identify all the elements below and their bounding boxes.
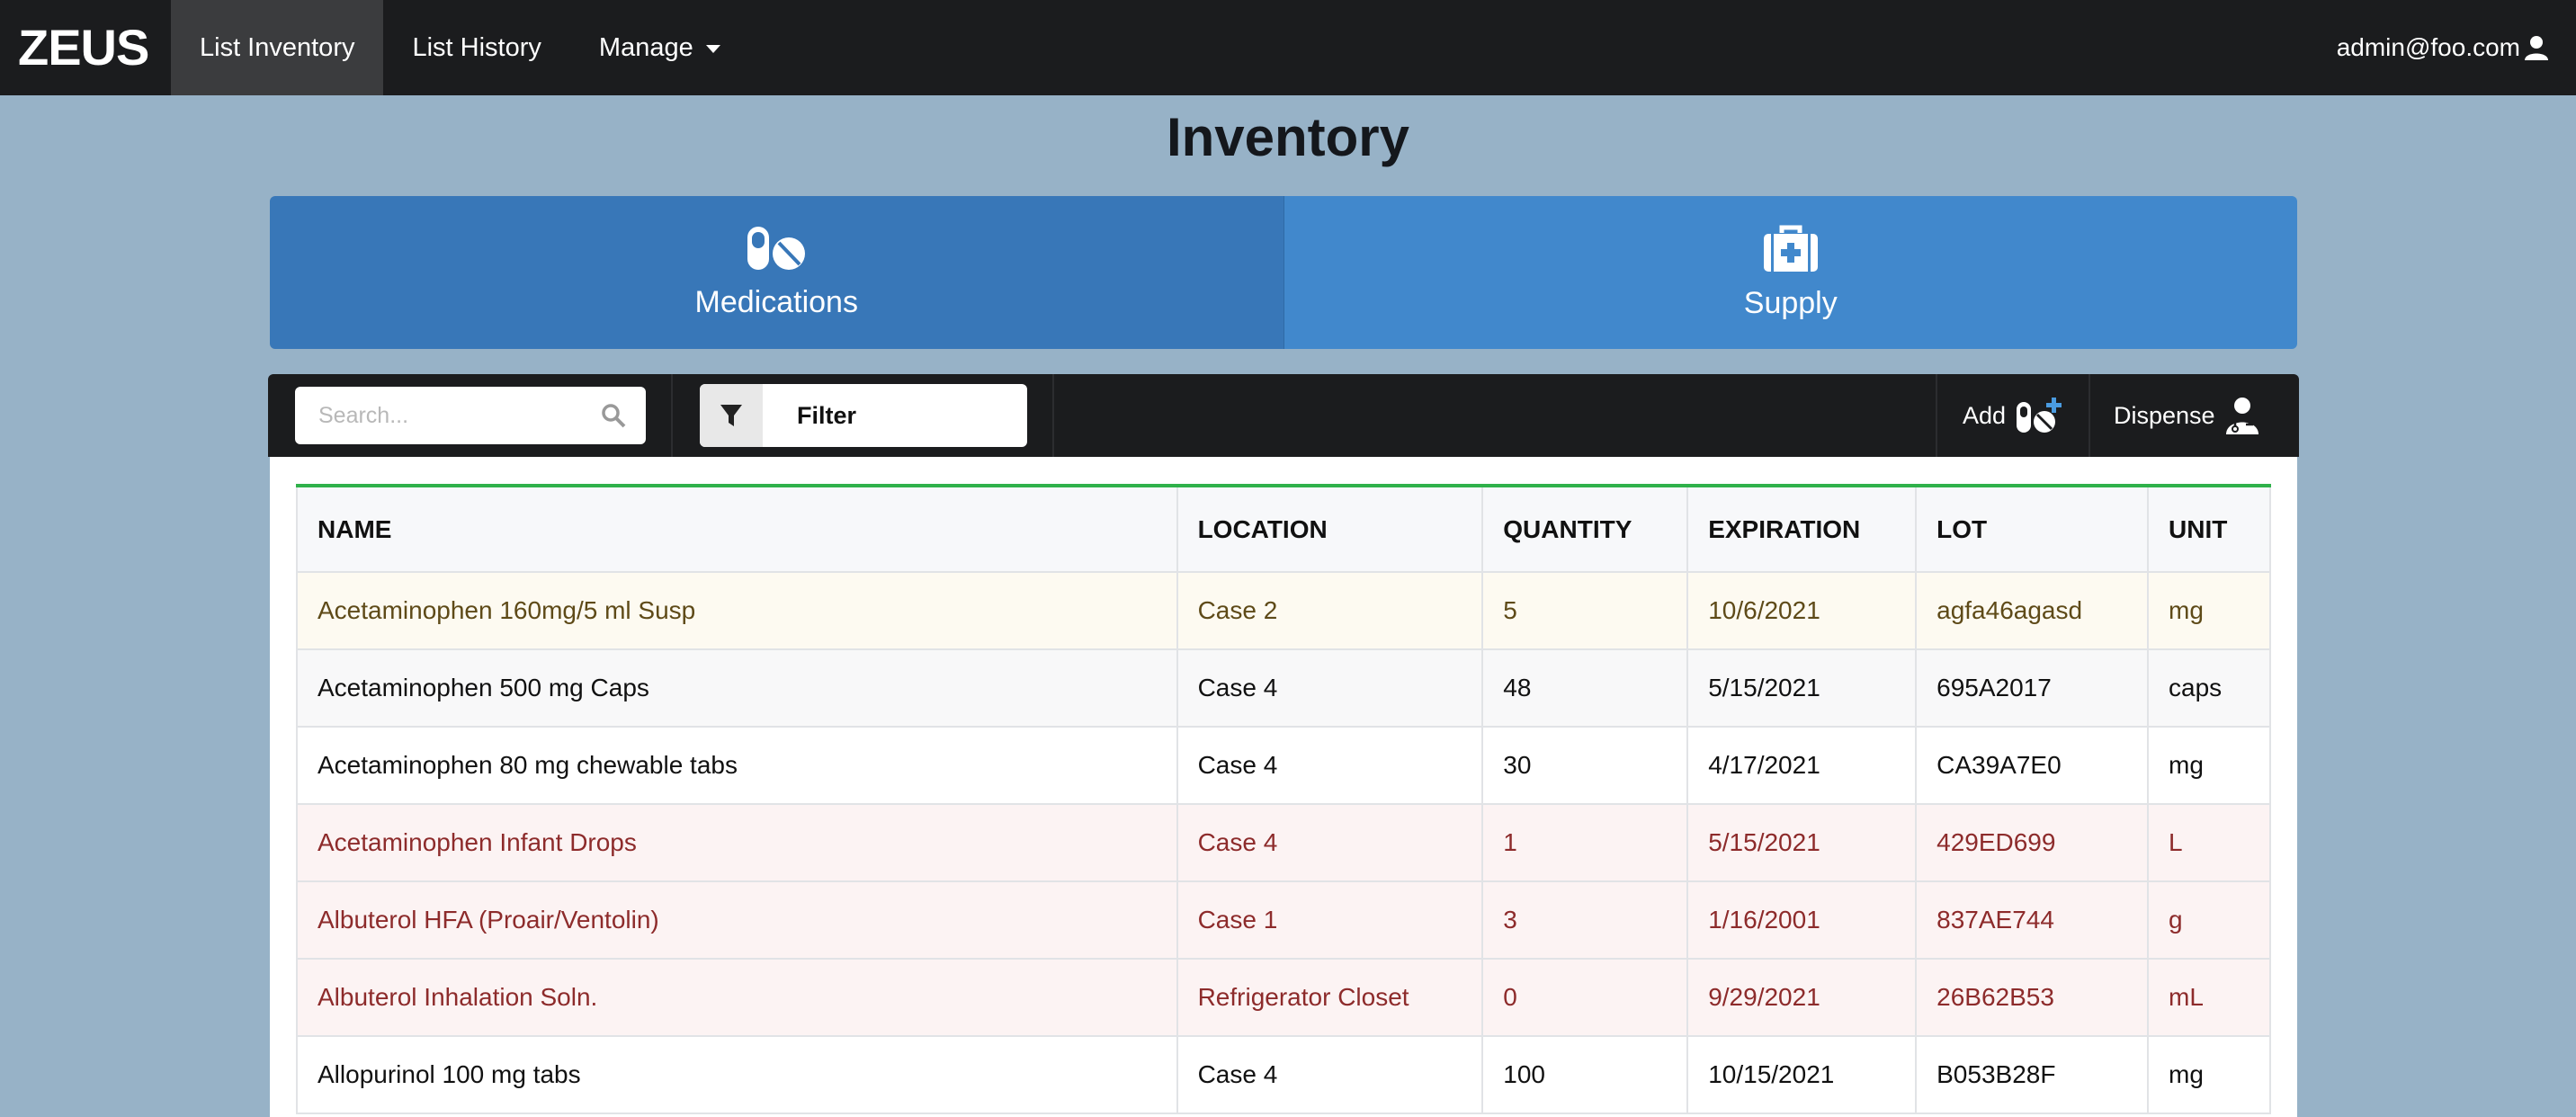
user-email: admin@foo.com — [2336, 33, 2520, 61]
nav-manage-dropdown[interactable]: Manage — [570, 0, 749, 95]
cell-expiration: 4/17/2021 — [1686, 726, 1918, 805]
cell-quantity: 5 — [1481, 571, 1689, 650]
add-label: Add — [1963, 401, 2007, 429]
cell-expiration: 10/6/2021 — [1686, 571, 1918, 650]
table-row[interactable]: Acetaminophen Infant Drops Case 4 1 5/15… — [296, 803, 2271, 882]
table-row[interactable]: Acetaminophen 160mg/5 ml Susp Case 2 5 1… — [296, 571, 2271, 650]
cell-location: Case 4 — [1176, 726, 1484, 805]
cell-expiration: 5/15/2021 — [1686, 648, 1918, 728]
inventory-table-panel: NAME LOCATION QUANTITY EXPIRATION LOT UN… — [270, 457, 2297, 1117]
user-icon — [2524, 35, 2549, 60]
cell-unit: caps — [2147, 648, 2271, 728]
header-location[interactable]: LOCATION — [1176, 485, 1484, 573]
table-row[interactable]: Acetaminophen 80 mg chewable tabs Case 4… — [296, 726, 2271, 805]
cell-expiration: 10/15/2021 — [1686, 1035, 1918, 1114]
cell-expiration: 5/15/2021 — [1686, 803, 1918, 882]
filter-label: Filter — [797, 401, 857, 429]
cell-lot: 695A2017 — [1915, 648, 2150, 728]
cell-location: Case 4 — [1176, 648, 1484, 728]
cell-name: Acetaminophen 80 mg chewable tabs — [296, 726, 1178, 805]
cell-lot: 837AE744 — [1915, 880, 2150, 960]
cell-expiration: 9/29/2021 — [1686, 958, 1918, 1037]
tab-medications-label: Medications — [694, 285, 858, 319]
add-button[interactable]: Add — [1963, 374, 2063, 457]
cell-lot: agfa46agasd — [1915, 571, 2150, 650]
cell-location: Case 1 — [1176, 880, 1484, 960]
inventory-table: NAME LOCATION QUANTITY EXPIRATION LOT UN… — [296, 484, 2271, 1114]
toolbar-divider — [1052, 374, 1054, 457]
cell-unit: mL — [2147, 958, 2271, 1037]
page-title: Inventory — [1166, 107, 1410, 167]
cell-unit: mg — [2147, 571, 2271, 650]
cell-quantity: 100 — [1481, 1035, 1689, 1114]
nav-list-inventory[interactable]: List Inventory — [171, 0, 384, 95]
table-header-row: NAME LOCATION QUANTITY EXPIRATION LOT UN… — [296, 485, 2271, 573]
cell-lot: 26B62B53 — [1915, 958, 2150, 1037]
cell-location: Case 2 — [1176, 571, 1484, 650]
header-name[interactable]: NAME — [296, 485, 1178, 573]
cell-quantity: 1 — [1481, 803, 1689, 882]
cell-unit: L — [2147, 803, 2271, 882]
header-lot[interactable]: LOT — [1915, 485, 2150, 573]
cell-lot: B053B28F — [1915, 1035, 2150, 1114]
toolbar-divider — [2089, 374, 2090, 457]
category-tabs: Medications Supply — [270, 196, 2297, 349]
dispense-button[interactable]: Dispense — [2114, 374, 2260, 457]
toolbar-divider — [671, 374, 673, 457]
caret-down-icon — [705, 44, 720, 53]
top-navbar: ZEUS List Inventory List History Manage … — [0, 0, 2576, 95]
search-input[interactable] — [295, 402, 583, 429]
cell-unit: mg — [2147, 726, 2271, 805]
nav-manage-label: Manage — [598, 33, 693, 62]
table-row[interactable]: Albuterol HFA (Proair/Ventolin) Case 1 3… — [296, 880, 2271, 960]
cell-lot: 429ED699 — [1915, 803, 2150, 882]
medkit-icon — [1763, 224, 1819, 277]
tab-medications[interactable]: Medications — [270, 196, 1284, 349]
nav-list-history[interactable]: List History — [383, 0, 569, 95]
cell-location: Case 4 — [1176, 803, 1484, 882]
dispense-label: Dispense — [2114, 401, 2215, 429]
cell-quantity: 48 — [1481, 648, 1689, 728]
cell-location: Case 4 — [1176, 1035, 1484, 1114]
table-row[interactable]: Allopurinol 100 mg tabs Case 4 100 10/15… — [296, 1035, 2271, 1114]
doctor-icon — [2224, 397, 2260, 434]
filter-button[interactable]: Filter — [700, 384, 1027, 447]
table-row[interactable]: Acetaminophen 500 mg Caps Case 4 48 5/15… — [296, 648, 2271, 728]
cell-quantity: 3 — [1481, 880, 1689, 960]
filter-icon — [700, 384, 763, 447]
table-row[interactable]: Albuterol Inhalation Soln. Refrigerator … — [296, 958, 2271, 1037]
cell-name: Acetaminophen 500 mg Caps — [296, 648, 1178, 728]
cell-quantity: 0 — [1481, 958, 1689, 1037]
cell-name: Acetaminophen Infant Drops — [296, 803, 1178, 882]
cell-unit: g — [2147, 880, 2271, 960]
user-menu[interactable]: admin@foo.com — [2337, 0, 2549, 95]
cell-name: Albuterol HFA (Proair/Ventolin) — [296, 880, 1178, 960]
cell-location: Refrigerator Closet — [1176, 958, 1484, 1037]
search-box — [295, 387, 646, 444]
cell-expiration: 1/16/2001 — [1686, 880, 1918, 960]
tab-supply[interactable]: Supply — [1284, 196, 2297, 349]
cell-unit: mg — [2147, 1035, 2271, 1114]
tab-supply-label: Supply — [1743, 286, 1838, 320]
cell-quantity: 30 — [1481, 726, 1689, 805]
header-quantity[interactable]: QUANTITY — [1481, 485, 1689, 573]
toolbar-divider — [1936, 374, 1937, 457]
add-pills-icon — [2015, 397, 2063, 434]
brand-logo[interactable]: ZEUS — [0, 0, 171, 95]
cell-name: Allopurinol 100 mg tabs — [296, 1035, 1178, 1114]
cell-lot: CA39A7E0 — [1915, 726, 2150, 805]
inventory-toolbar: Filter Add Dispense — [268, 374, 2299, 457]
search-icon[interactable] — [601, 403, 626, 433]
header-unit[interactable]: UNIT — [2147, 485, 2271, 573]
pills-icon — [745, 225, 808, 276]
cell-name: Acetaminophen 160mg/5 ml Susp — [296, 571, 1178, 650]
header-expiration[interactable]: EXPIRATION — [1686, 485, 1918, 573]
cell-name: Albuterol Inhalation Soln. — [296, 958, 1178, 1037]
